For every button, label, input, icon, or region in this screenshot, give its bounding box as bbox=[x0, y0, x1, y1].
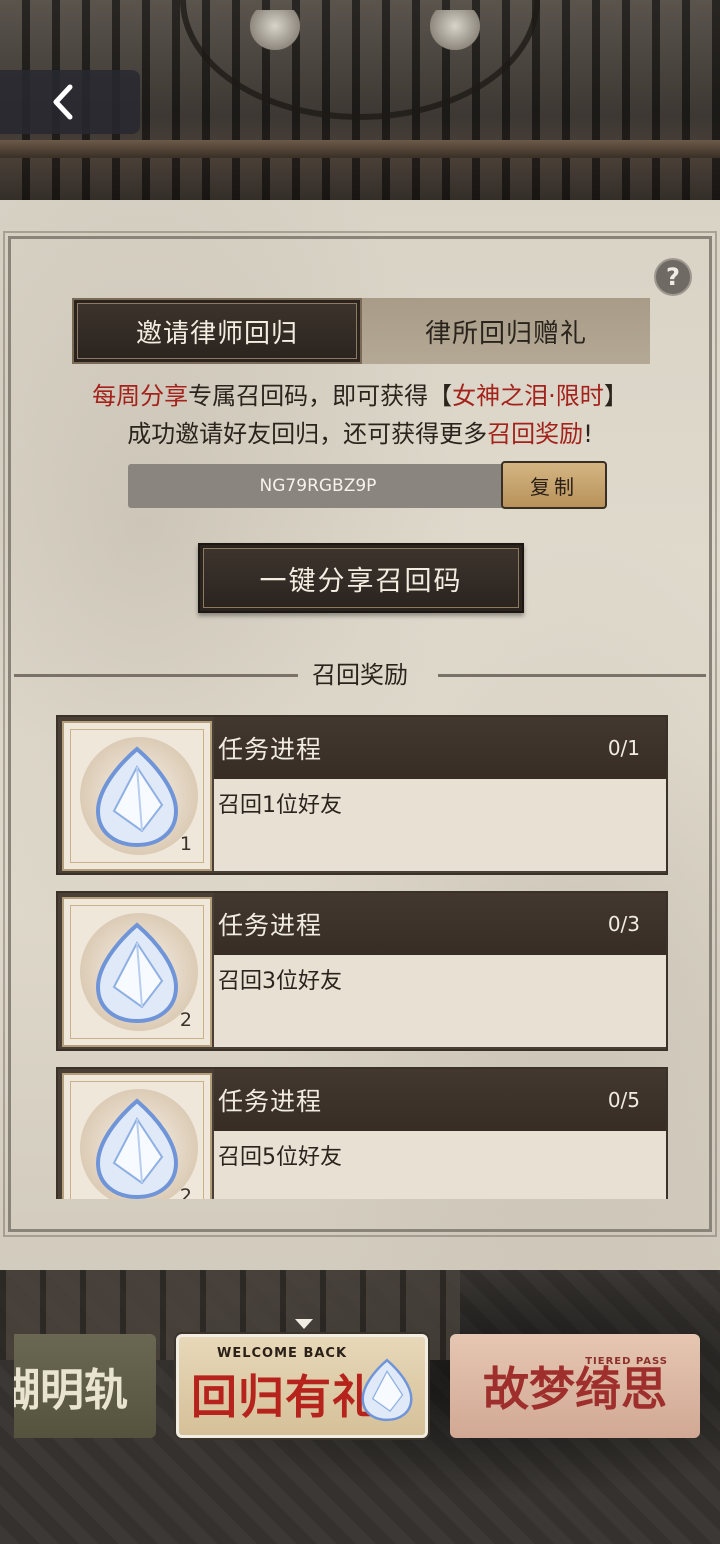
reward-header: 任务进程 0/1 bbox=[214, 717, 666, 779]
task-progress: 0/5 bbox=[607, 1088, 640, 1112]
reward-count: 2 bbox=[179, 1009, 192, 1031]
lamp-shade bbox=[250, 10, 300, 50]
tear-gem-icon bbox=[361, 1358, 413, 1422]
reward-item-slot[interactable]: 1 bbox=[62, 721, 212, 871]
tear-gem-icon bbox=[95, 1098, 179, 1199]
balcony-rail bbox=[0, 140, 720, 158]
reward-item-slot[interactable]: 2 bbox=[62, 897, 212, 1047]
task-progress: 0/1 bbox=[607, 736, 640, 760]
reward-card: 2 任务进程 0/3 召回3位好友 bbox=[56, 891, 668, 1051]
desc-text: 成功邀请好友回归，还可获得更多 bbox=[127, 420, 488, 448]
copy-button[interactable]: 复制 bbox=[501, 461, 607, 509]
task-label: 任务进程 bbox=[218, 1087, 323, 1116]
selected-indicator-icon bbox=[295, 1319, 313, 1329]
tab-bar: 邀请律师回归 律所回归赠礼 bbox=[72, 298, 650, 364]
banner-title: 回归有礼 bbox=[191, 1369, 379, 1424]
event-banner-tiered-pass[interactable]: TIERED PASS 故梦绮思 bbox=[450, 1334, 700, 1438]
task-description: 召回3位好友 bbox=[214, 955, 666, 1047]
reward-list[interactable]: 1 任务进程 0/1 召回1位好友 2 任务进程 0/3 召回3位好友 2 任务… bbox=[56, 715, 668, 1199]
task-label: 任务进程 bbox=[218, 911, 323, 940]
recall-code-field: NG79RGBZ9P bbox=[128, 464, 508, 508]
desc-highlight: 女神之泪·限时 bbox=[452, 382, 604, 410]
task-description: 召回5位好友 bbox=[214, 1131, 666, 1199]
reward-card: 1 任务进程 0/1 召回1位好友 bbox=[56, 715, 668, 875]
reward-item-slot[interactable]: 2 bbox=[62, 1073, 212, 1199]
desc-text: 】 bbox=[603, 382, 628, 410]
reward-header: 任务进程 0/3 bbox=[214, 893, 666, 955]
reward-count: 2 bbox=[179, 1185, 192, 1199]
section-title: 召回奖励 bbox=[312, 661, 408, 689]
event-banner-welcome-back[interactable]: WELCOME BACK 回归有礼 bbox=[176, 1319, 428, 1438]
banner-subtitle: TIERED PASS bbox=[585, 1356, 668, 1367]
task-description: 召回1位好友 bbox=[214, 779, 666, 871]
tear-gem-icon bbox=[95, 746, 179, 848]
desc-text: 专属召回码，即可获得【 bbox=[188, 382, 453, 410]
reward-card: 2 任务进程 0/5 召回5位好友 bbox=[56, 1067, 668, 1199]
banner-subtitle: WELCOME BACK bbox=[217, 1345, 348, 1361]
tab-return-gift[interactable]: 律所回归赠礼 bbox=[362, 298, 650, 364]
event-banner-left[interactable]: 糊明轨 bbox=[14, 1334, 156, 1438]
tab-invite-lawyer[interactable]: 邀请律师回归 bbox=[72, 298, 362, 364]
task-label: 任务进程 bbox=[218, 735, 323, 764]
chevron-left-icon bbox=[53, 84, 73, 120]
tear-gem-icon bbox=[95, 922, 179, 1024]
desc-highlight: 每周分享 bbox=[92, 382, 189, 410]
description-line-2: 成功邀请好友回归，还可获得更多召回奖励! bbox=[0, 414, 720, 449]
lamp-shade bbox=[430, 10, 480, 50]
share-code-button[interactable]: 一键分享召回码 bbox=[198, 543, 524, 613]
reward-count: 1 bbox=[179, 833, 192, 855]
desc-text: ! bbox=[583, 420, 593, 448]
reward-header: 任务进程 0/5 bbox=[214, 1069, 666, 1131]
back-button[interactable] bbox=[0, 70, 140, 134]
help-icon[interactable]: ? bbox=[654, 258, 692, 296]
task-progress: 0/3 bbox=[607, 912, 640, 936]
banner-title: 糊明轨 bbox=[14, 1365, 128, 1416]
chandelier-arch bbox=[180, 0, 540, 120]
desc-highlight: 召回奖励 bbox=[487, 420, 584, 448]
description-line-1: 每周分享专属召回码，即可获得【女神之泪·限时】 bbox=[0, 376, 720, 411]
